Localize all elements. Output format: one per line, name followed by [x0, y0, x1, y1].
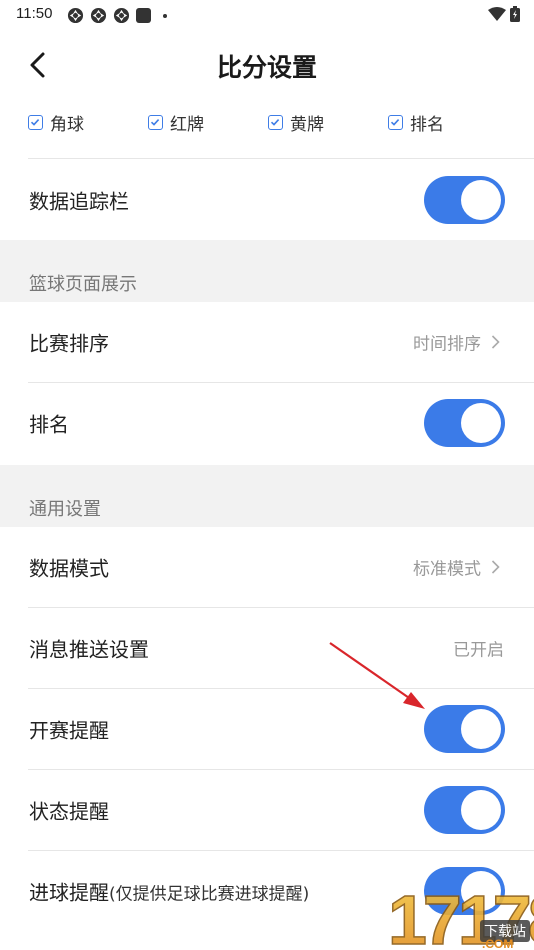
- checkbox-label: 角球: [50, 115, 84, 135]
- chevron-right-icon: [491, 560, 500, 574]
- toggle-knob: [461, 180, 501, 220]
- data-mode-value: 标准模式: [413, 559, 481, 580]
- row-label: 比赛排序: [29, 331, 109, 356]
- app-notification-icon: [113, 7, 130, 24]
- checkbox-checked-icon: [148, 115, 163, 130]
- wifi-icon: [488, 7, 506, 21]
- data-tracking-toggle[interactable]: [424, 176, 505, 224]
- event-checkbox-group: 角球 红牌 黄牌 排名: [0, 100, 534, 158]
- checkbox-corner-kick[interactable]: 角球: [28, 110, 84, 135]
- ranking-toggle[interactable]: [424, 399, 505, 447]
- checkbox-checked-icon: [28, 115, 43, 130]
- goal-reminder-label: 进球提醒: [29, 880, 109, 905]
- chevron-right-icon: [491, 335, 500, 349]
- row-ranking: 排名: [0, 383, 534, 463]
- section-header-general: 通用设置: [0, 465, 534, 527]
- start-reminder-toggle[interactable]: [424, 705, 505, 753]
- row-value: 标准模式: [413, 555, 500, 580]
- checkbox-label: 排名: [410, 115, 444, 135]
- toggle-knob: [461, 403, 501, 443]
- row-data-mode[interactable]: 数据模式 标准模式: [0, 527, 534, 607]
- svg-text:.COM: .COM: [482, 937, 513, 950]
- row-label: 数据模式: [29, 556, 109, 581]
- match-sort-value: 时间排序: [413, 334, 481, 355]
- row-label: 开赛提醒: [29, 718, 109, 743]
- row-label: 排名: [29, 412, 69, 437]
- checkbox-checked-icon: [388, 115, 403, 130]
- row-start-reminder: 开赛提醒: [0, 689, 534, 769]
- row-label: 消息推送设置: [29, 637, 149, 662]
- toggle-knob: [461, 790, 501, 830]
- app-notification-icon: [67, 7, 84, 24]
- checkbox-red-card[interactable]: 红牌: [148, 110, 204, 135]
- divider: [28, 158, 534, 159]
- checkbox-label: 黄牌: [290, 115, 324, 135]
- row-label: 状态提醒: [29, 799, 109, 824]
- row-status-reminder: 状态提醒: [0, 770, 534, 850]
- checkbox-ranking[interactable]: 排名: [388, 110, 444, 135]
- toggle-knob: [461, 709, 501, 749]
- row-label: 进球提醒(仅提供足球比赛进球提醒): [29, 877, 309, 906]
- notification-icons: [67, 7, 167, 24]
- section-label: 通用设置: [29, 499, 101, 520]
- checkbox-yellow-card[interactable]: 黄牌: [268, 110, 324, 135]
- row-label: 数据追踪栏: [29, 189, 129, 214]
- checkbox-label: 红牌: [170, 115, 204, 135]
- row-match-sort[interactable]: 比赛排序 时间排序: [0, 302, 534, 382]
- app-square-icon: [136, 8, 151, 23]
- goal-reminder-note: (仅提供足球比赛进球提醒): [109, 884, 310, 905]
- watermark-logo: 17178 下载站 .COM: [387, 880, 534, 950]
- battery-icon: [510, 6, 520, 22]
- status-reminder-toggle[interactable]: [424, 786, 505, 834]
- row-data-tracking: 数据追踪栏: [0, 160, 534, 240]
- status-time: 11:50: [16, 5, 53, 22]
- checkbox-checked-icon: [268, 115, 283, 130]
- more-notifications-dot: [163, 13, 167, 18]
- row-value: 时间排序: [413, 330, 500, 355]
- system-icons: [488, 6, 520, 22]
- row-push-settings[interactable]: 消息推送设置 已开启: [0, 608, 534, 688]
- top-bar: 比分设置: [0, 30, 534, 100]
- status-bar: 11:50: [0, 0, 534, 30]
- push-settings-value: 已开启: [453, 640, 504, 661]
- page-title: 比分设置: [216, 53, 317, 82]
- app-notification-icon: [90, 7, 107, 24]
- section-label: 篮球页面展示: [29, 274, 137, 295]
- section-header-basketball: 篮球页面展示: [0, 240, 534, 302]
